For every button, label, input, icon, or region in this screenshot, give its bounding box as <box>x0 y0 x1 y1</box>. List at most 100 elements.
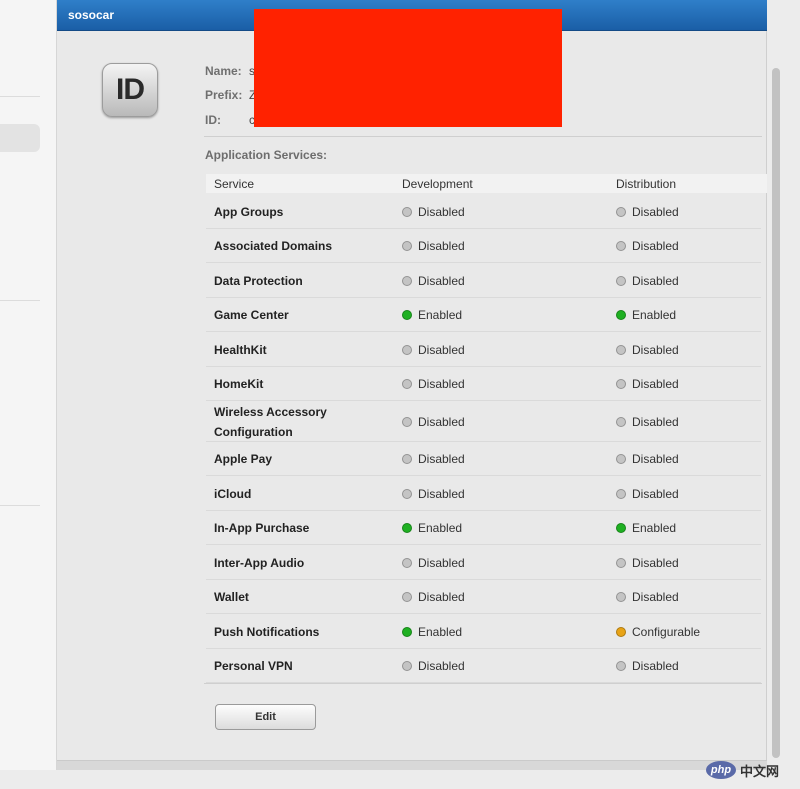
service-name: Game Center <box>214 308 289 322</box>
status-distribution: Enabled <box>616 521 676 535</box>
status-development: Disabled <box>402 452 465 466</box>
status-text: Enabled <box>632 308 677 322</box>
status-dot-icon <box>616 310 626 320</box>
status-distribution: Disabled <box>616 377 679 391</box>
service-name: Wallet <box>214 590 249 604</box>
status-dot-icon <box>402 276 412 286</box>
status-dot-icon <box>616 489 626 499</box>
status-text: Disabled <box>418 205 465 219</box>
status-text: Enabled <box>418 308 463 322</box>
service-row: Game Center Enabled Enabled <box>206 298 761 332</box>
service-name: Data Protection <box>214 274 303 288</box>
status-development: Disabled <box>402 205 465 219</box>
panel-title: sosocar <box>68 8 115 22</box>
service-name: Push Notifications <box>214 625 320 639</box>
prefix-label: Prefix: <box>205 88 243 102</box>
service-row: Wireless Accessory Configuration Disabled… <box>206 401 761 442</box>
status-text: Disabled <box>632 274 679 288</box>
app-id-panel: sosocar ID Name: s Prefix: Z ID: c Appli… <box>57 0 767 770</box>
status-text: Disabled <box>632 415 679 429</box>
service-row: Data Protection Disabled Disabled <box>206 263 761 298</box>
status-dot-icon <box>402 489 412 499</box>
status-text: Disabled <box>418 452 465 466</box>
status-development: Disabled <box>402 659 465 673</box>
service-row: HealthKit Disabled Disabled <box>206 332 761 367</box>
watermark-text: 中文网 <box>740 763 780 779</box>
service-row: HomeKit Disabled Disabled <box>206 367 761 401</box>
status-dot-icon <box>616 558 626 568</box>
status-dot-icon <box>402 523 412 533</box>
services-section-label: Application Services: <box>205 148 328 162</box>
status-distribution: Disabled <box>616 659 679 673</box>
status-text: Disabled <box>632 343 679 357</box>
status-text: Disabled <box>632 205 679 219</box>
status-distribution: Disabled <box>616 343 679 357</box>
status-text: Disabled <box>632 556 679 570</box>
status-dot-icon <box>402 661 412 671</box>
status-dot-icon <box>616 379 626 389</box>
status-distribution: Disabled <box>616 239 679 253</box>
status-development: Disabled <box>402 590 465 604</box>
status-text: Disabled <box>418 239 465 253</box>
service-row: Wallet Disabled Disabled <box>206 580 761 614</box>
status-development: Disabled <box>402 377 465 391</box>
status-dot-icon <box>402 454 412 464</box>
status-dot-icon <box>616 592 626 602</box>
service-name: HomeKit <box>214 377 264 391</box>
status-development: Enabled <box>402 308 462 322</box>
status-development: Disabled <box>402 487 465 501</box>
status-text: Disabled <box>632 377 679 391</box>
status-distribution: Disabled <box>616 274 679 288</box>
sidebar <box>0 0 57 770</box>
status-distribution: Enabled <box>616 308 676 322</box>
sidebar-divider <box>0 300 40 301</box>
sidebar-selected-item[interactable] <box>0 124 40 152</box>
status-development: Enabled <box>402 625 462 639</box>
status-text: Disabled <box>632 239 679 253</box>
status-development: Disabled <box>402 556 465 570</box>
status-dot-icon <box>402 207 412 217</box>
status-text: Disabled <box>418 343 465 357</box>
service-row: iCloud Disabled Disabled <box>206 476 761 511</box>
service-name: Inter-App Audio <box>214 556 305 570</box>
service-row: Inter-App Audio Disabled Disabled <box>206 545 761 580</box>
name-label: Name: <box>205 64 242 78</box>
status-development: Disabled <box>402 415 465 429</box>
status-dot-icon <box>402 592 412 602</box>
status-dot-icon <box>616 207 626 217</box>
app-id-icon-text: ID <box>116 73 145 106</box>
status-distribution: Disabled <box>616 415 679 429</box>
scrollbar-thumb[interactable] <box>772 68 780 758</box>
status-dot-icon <box>402 310 412 320</box>
status-distribution: Disabled <box>616 556 679 570</box>
status-text: Enabled <box>418 521 463 535</box>
status-dot-icon <box>616 276 626 286</box>
services-table-header: Service Development Distribution <box>206 174 767 193</box>
service-name: Personal VPN <box>214 659 293 673</box>
status-text: Disabled <box>632 659 679 673</box>
status-development: Disabled <box>402 343 465 357</box>
status-text: Disabled <box>418 377 465 391</box>
column-header-distribution: Distribution <box>616 177 677 191</box>
status-text: Disabled <box>632 590 679 604</box>
status-dot-icon <box>402 345 412 355</box>
status-text: Disabled <box>632 487 679 501</box>
service-name: In-App Purchase <box>214 521 310 535</box>
service-name: Associated Domains <box>214 239 333 253</box>
status-dot-icon <box>616 627 626 637</box>
sidebar-divider <box>0 96 40 97</box>
column-header-development: Development <box>402 177 473 191</box>
status-text: Disabled <box>632 452 679 466</box>
service-row: Push Notifications Enabled Configurable <box>206 614 761 649</box>
service-name: Apple Pay <box>214 452 273 466</box>
redaction-block <box>254 9 562 127</box>
status-text: Configurable <box>632 625 701 639</box>
status-distribution: Configurable <box>616 625 700 639</box>
service-row: In-App Purchase Enabled Enabled <box>206 511 761 545</box>
service-name: HealthKit <box>214 343 267 357</box>
edit-button[interactable]: Edit <box>215 704 316 730</box>
sidebar-divider <box>0 505 40 506</box>
status-dot-icon <box>402 558 412 568</box>
service-row: Apple Pay Disabled Disabled <box>206 442 761 476</box>
status-text: Disabled <box>418 556 465 570</box>
